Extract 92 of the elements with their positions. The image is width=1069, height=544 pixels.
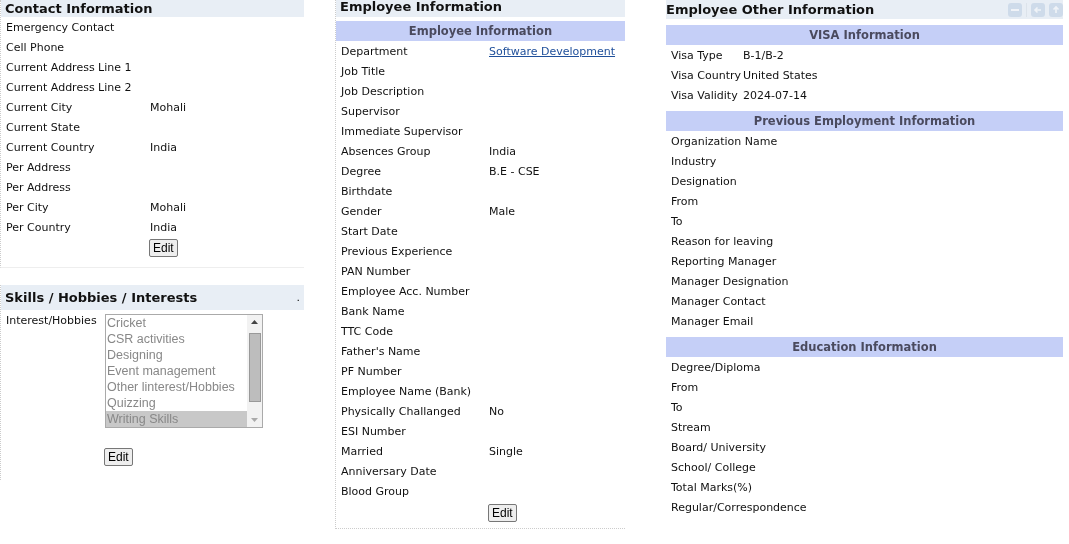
section-header: Education Information — [666, 337, 1063, 357]
field-label: Supervisor — [341, 104, 401, 118]
field-label: Gender — [341, 204, 383, 218]
list-option[interactable]: Other linterest/Hobbies — [106, 379, 247, 395]
field-value: No — [489, 404, 504, 418]
field-label: Total Marks(%) — [671, 480, 754, 494]
interests-listbox[interactable]: Cricket CSR activities Designing Event management Other linterest/Hobbies Quizzing Writing Skills — [105, 314, 263, 428]
field-label: Degree — [341, 164, 383, 178]
field-label: From — [671, 194, 700, 208]
field-label: Department — [341, 44, 409, 58]
field-value: India — [489, 144, 516, 158]
header-dot: . — [296, 291, 300, 304]
field-value: India — [150, 220, 177, 234]
list-option[interactable]: Writing Skills — [106, 411, 247, 427]
field-value: Mohali — [150, 100, 187, 114]
field-label: Designation — [671, 174, 738, 188]
list-option[interactable]: Designing — [106, 347, 247, 363]
field-label: Current Country — [6, 140, 96, 154]
field-label: Current Address Line 1 — [6, 60, 133, 74]
field-label: Visa Country — [671, 68, 742, 82]
field-label: Industry — [671, 154, 718, 168]
section-header: Previous Employment Information — [666, 111, 1063, 131]
field-label: Employee Acc. Number — [341, 284, 471, 298]
field-value: United States — [743, 68, 818, 82]
field-label: Birthdate — [341, 184, 394, 198]
field-label: Bank Name — [341, 304, 406, 318]
minimize-icon[interactable] — [1008, 2, 1022, 17]
field-label: School/ College — [671, 460, 757, 474]
field-value: Male — [489, 204, 516, 218]
field-label: Current State — [6, 120, 81, 134]
panel-title: Contact Information — [5, 2, 153, 15]
field-label: Emergency Contact — [6, 20, 116, 34]
field-label: Manager Email — [671, 314, 755, 328]
field-label: Cell Phone — [6, 40, 66, 54]
field-label: Manager Contact — [671, 294, 767, 308]
field-value: 2024-07-14 — [743, 88, 807, 102]
edit-button[interactable]: Edit — [149, 239, 178, 257]
field-label: Reporting Manager — [671, 254, 778, 268]
list-option[interactable]: CSR activities — [106, 331, 247, 347]
field-label: Stream — [671, 420, 712, 434]
field-label: Visa Validity — [671, 88, 739, 102]
panel-title: Employee Information — [340, 0, 503, 13]
field-label: Per Address — [6, 160, 72, 174]
field-label: PAN Number — [341, 264, 412, 278]
field-label: PF Number — [341, 364, 403, 378]
field-label: Blood Group — [341, 484, 411, 498]
field-label: Job Title — [341, 64, 387, 78]
field-label: Start Date — [341, 224, 399, 238]
field-label: To — [671, 214, 684, 228]
edit-button[interactable]: Edit — [488, 504, 517, 522]
field-label: To — [671, 400, 684, 414]
field-label: Job Description — [341, 84, 426, 98]
field-label: Visa Type — [671, 48, 724, 62]
field-label: Degree/Diploma — [671, 360, 762, 374]
field-label: From — [671, 380, 700, 394]
field-label: Anniversary Date — [341, 464, 438, 478]
field-label: Father's Name — [341, 344, 422, 358]
field-label: Previous Experience — [341, 244, 454, 258]
up-arrow-icon[interactable] — [1049, 2, 1063, 17]
field-label: TTC Code — [341, 324, 394, 338]
field-label: Current Address Line 2 — [6, 80, 133, 94]
field-label: Per Address — [6, 180, 72, 194]
field-value: Single — [489, 444, 523, 458]
field-label: Reason for leaving — [671, 234, 775, 248]
field-value: B-1/B-2 — [743, 48, 784, 62]
panel-title: Skills / Hobbies / Interests — [5, 291, 198, 304]
field-label: Regular/Correspondence — [671, 500, 808, 514]
list-option[interactable]: Quizzing — [106, 395, 247, 411]
field-label: Married — [341, 444, 384, 458]
field-label: Current City — [6, 100, 74, 114]
field-label: Organization Name — [671, 134, 779, 148]
list-option[interactable]: Cricket — [106, 315, 247, 331]
list-option[interactable]: Event management — [106, 363, 247, 379]
section-header: Employee Information — [336, 21, 625, 41]
field-label: Physically Challanged — [341, 404, 462, 418]
field-label: Interest/Hobbies — [6, 314, 98, 329]
field-label: ESI Number — [341, 424, 407, 438]
section-header: VISA Information — [666, 25, 1063, 45]
field-label: Per Country — [6, 220, 72, 234]
field-label: Employee Name (Bank) — [341, 384, 473, 398]
scrollbar[interactable] — [247, 315, 262, 427]
field-value: B.E - CSE — [489, 164, 540, 178]
panel-title: Employee Other Information — [666, 3, 875, 16]
field-label: Immediate Supervisor — [341, 124, 464, 138]
department-link[interactable]: Software Development — [489, 44, 616, 58]
field-label: Absences Group — [341, 144, 432, 158]
field-label: Board/ University — [671, 440, 768, 454]
field-value: Mohali — [150, 200, 187, 214]
field-label: Manager Designation — [671, 274, 790, 288]
edit-button[interactable]: Edit — [104, 448, 133, 466]
field-label: Per City — [6, 200, 50, 214]
field-value: India — [150, 140, 177, 154]
